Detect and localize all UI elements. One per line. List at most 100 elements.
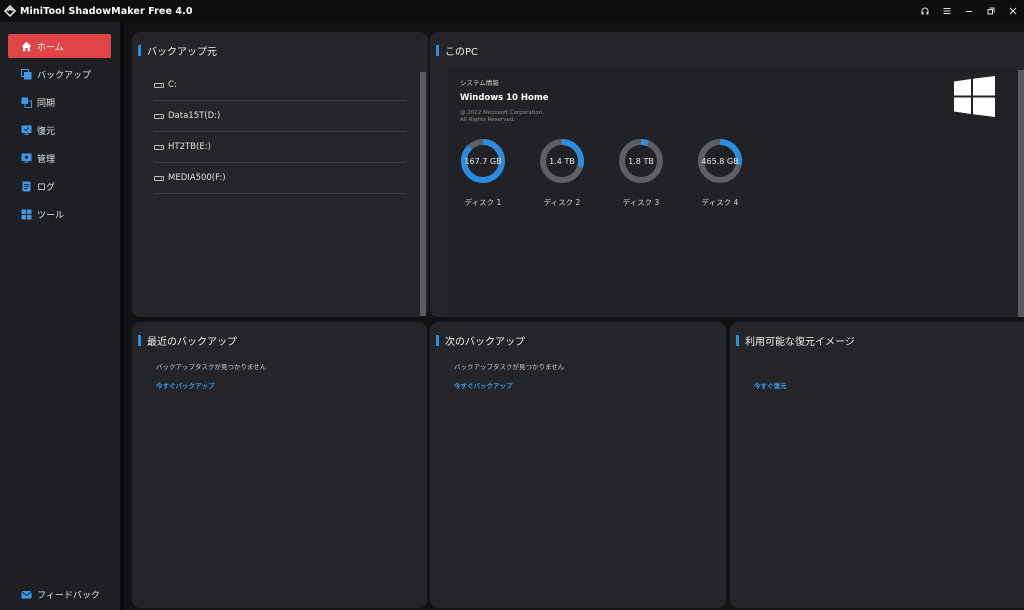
backup-source-panel: バックアップ元 C: Data15T(D:) HT2TB(E:) MEDIA50… xyxy=(132,32,428,317)
disk-label: ディスク 3 xyxy=(622,198,660,207)
mail-icon xyxy=(21,589,32,600)
drive-label: MEDIA500(F:) xyxy=(168,173,226,183)
disk-usage-ring: 167.7 GB xyxy=(460,138,506,184)
sidebar-item-label: ホーム xyxy=(37,42,64,53)
minimize-button[interactable] xyxy=(958,0,980,22)
disk-item[interactable]: 465.8 GB ディスク 4 xyxy=(690,138,750,208)
disk-label: ディスク 2 xyxy=(543,198,581,207)
sidebar-item-tools[interactable]: ツール xyxy=(8,202,111,226)
sidebar-item-log[interactable]: ログ xyxy=(8,174,111,198)
menu-icon xyxy=(943,8,951,14)
disk-size: 167.7 GB xyxy=(464,156,502,166)
sidebar-item-label: 同期 xyxy=(37,98,56,109)
sidebar-item-home[interactable]: ホーム xyxy=(8,34,111,58)
next-backup-header: 次のバックアップ xyxy=(436,334,525,348)
copyright-line-2: All Rights Reserved. xyxy=(460,117,516,123)
restore-data-icon xyxy=(21,125,32,136)
recent-backup-message: バックアップタスクが見つかりません xyxy=(156,363,267,371)
next-backup-message: バックアップタスクが見つかりません xyxy=(454,363,565,371)
close-icon xyxy=(1009,7,1017,15)
drive-icon xyxy=(154,144,164,150)
restore-icon xyxy=(987,7,995,15)
sidebar-item-label: ログ xyxy=(37,182,56,193)
system-info-label: システム情報 xyxy=(460,79,499,87)
close-button[interactable] xyxy=(1002,0,1024,22)
drive-icon xyxy=(154,82,164,88)
manage-icon xyxy=(21,153,32,164)
headset-icon xyxy=(921,7,929,15)
copyright-line-1: @ 2022 Microsoft Corporation. xyxy=(460,110,545,116)
disk-usage-ring: 465.8 GB xyxy=(697,138,743,184)
disk-usage-ring: 1.4 TB xyxy=(539,138,585,184)
sidebar-divider xyxy=(120,22,124,610)
drive-label: HT2TB(E:) xyxy=(168,142,211,152)
sidebar-item-backup[interactable]: バックアップ xyxy=(8,62,111,86)
accent-bar xyxy=(436,334,439,346)
feedback-label: フィードバック xyxy=(37,590,100,601)
drive-icon xyxy=(154,175,164,181)
disk-item[interactable]: 1.8 TB ディスク 3 xyxy=(611,138,671,208)
disk-item[interactable]: 167.7 GB ディスク 1 xyxy=(453,138,513,208)
tools-icon xyxy=(21,209,32,220)
backup-source-scrollbar[interactable] xyxy=(420,72,426,316)
drive-item[interactable]: MEDIA500(F:) xyxy=(154,163,406,194)
drive-item[interactable]: HT2TB(E:) xyxy=(154,132,406,163)
sidebar-item-manage[interactable]: 管理 xyxy=(8,146,111,170)
disk-label: ディスク 4 xyxy=(701,198,739,207)
drive-icon xyxy=(154,113,164,119)
accent-bar xyxy=(736,334,739,346)
backup-now-link[interactable]: 今すぐバックアップ xyxy=(156,380,215,390)
title-bar: MiniTool ShadowMaker Free 4.0 xyxy=(0,0,1024,22)
sidebar-item-label: 管理 xyxy=(37,154,56,165)
sidebar-item-label: バックアップ xyxy=(37,70,92,81)
sidebar-item-restore[interactable]: 復元 xyxy=(8,118,111,142)
drive-item[interactable]: C: xyxy=(154,70,406,101)
restore-images-title: 利用可能な復元イメージ xyxy=(745,336,855,348)
sidebar-item-label: 復元 xyxy=(37,126,56,137)
backup-now-link[interactable]: 今すぐバックアップ xyxy=(454,380,513,390)
app-title: MiniTool ShadowMaker Free 4.0 xyxy=(20,5,193,17)
accent-bar xyxy=(436,44,439,56)
windows-logo-icon xyxy=(954,76,995,117)
disk-item[interactable]: 1.4 TB ディスク 2 xyxy=(532,138,592,208)
menu-button[interactable] xyxy=(936,0,958,22)
sync-icon xyxy=(21,97,32,108)
backup-source-header: バックアップ元 xyxy=(138,44,217,58)
drive-label: C: xyxy=(168,80,177,90)
accent-bar xyxy=(138,44,141,56)
drive-item[interactable]: Data15T(D:) xyxy=(154,101,406,132)
next-backup-title: 次のバックアップ xyxy=(445,336,525,348)
app-logo-icon xyxy=(4,5,16,17)
accent-bar xyxy=(138,334,141,346)
restore-images-header: 利用可能な復元イメージ xyxy=(736,334,855,348)
minimize-icon xyxy=(966,11,972,12)
disk-size: 465.8 GB xyxy=(701,156,739,166)
this-pc-title: このPC xyxy=(445,46,479,58)
restore-button[interactable] xyxy=(980,0,1002,22)
this-pc-header: このPC xyxy=(436,44,479,58)
recent-backup-title: 最近のバックアップ xyxy=(147,336,237,348)
disk-usage-ring: 1.8 TB xyxy=(618,138,664,184)
restore-images-panel: 利用可能な復元イメージ 今すぐ復元 xyxy=(730,322,1024,608)
next-backup-panel: 次のバックアップ バックアップタスクが見つかりません 今すぐバックアップ xyxy=(430,322,726,608)
this-pc-panel: このPC システム情報 Windows 10 Home @ 2022 Micro… xyxy=(430,32,1024,317)
os-name: Windows 10 Home xyxy=(460,93,549,103)
disk-size: 1.8 TB xyxy=(628,156,654,166)
backup-source-title: バックアップ元 xyxy=(147,46,217,58)
recent-backup-header: 最近のバックアップ xyxy=(138,334,237,348)
sidebar-item-label: ツール xyxy=(37,210,65,221)
recent-backup-panel: 最近のバックアップ バックアップタスクが見つかりません 今すぐバックアップ xyxy=(132,322,427,608)
disk-label: ディスク 1 xyxy=(464,198,502,207)
drive-label: Data15T(D:) xyxy=(168,111,221,121)
sidebar: ホーム バックアップ 同期 復元 管理 ログ ツール フィードバック xyxy=(0,22,120,610)
feedback-button[interactable]: フィードバック xyxy=(8,582,111,606)
backup-icon xyxy=(21,68,32,80)
this-pc-scrollbar[interactable] xyxy=(1018,70,1024,317)
restore-now-link[interactable]: 今すぐ復元 xyxy=(754,380,787,390)
sidebar-item-sync[interactable]: 同期 xyxy=(8,90,111,114)
headset-button[interactable] xyxy=(914,0,936,22)
window-controls xyxy=(914,0,1024,22)
disk-size: 1.4 TB xyxy=(549,156,575,166)
home-icon xyxy=(21,41,32,52)
log-icon xyxy=(21,181,32,192)
